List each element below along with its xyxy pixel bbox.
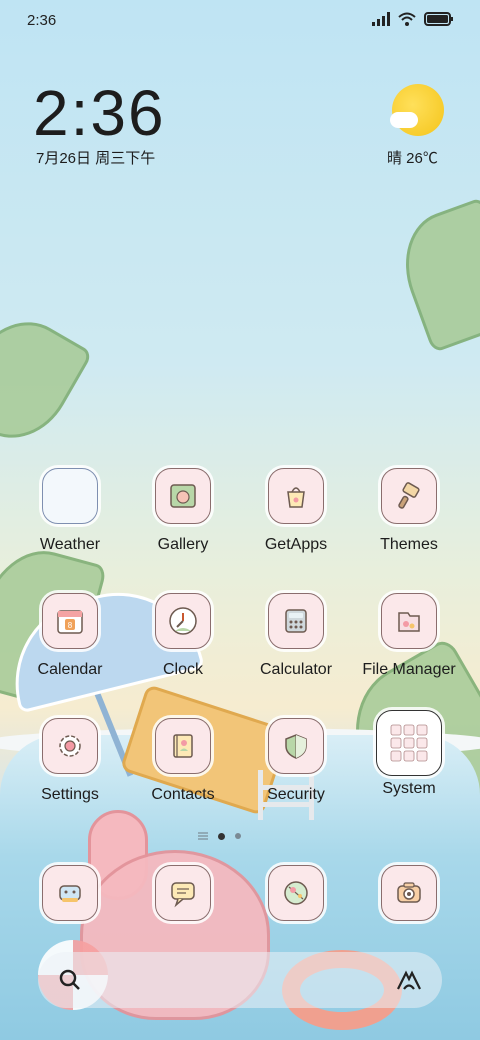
menu-lines-icon xyxy=(198,832,208,840)
app-label: Settings xyxy=(41,786,99,803)
calendar-day: 8 xyxy=(68,621,73,630)
security-icon[interactable] xyxy=(268,718,324,774)
app-calculator[interactable]: Calculator xyxy=(240,593,352,713)
app-label: GetApps xyxy=(264,536,328,553)
search-icon[interactable] xyxy=(58,968,82,992)
app-getapps[interactable]: GetApps xyxy=(240,468,352,588)
app-label: Themes xyxy=(380,536,438,553)
app-security[interactable]: Security xyxy=(240,718,352,838)
app-label: Calendar xyxy=(37,661,103,678)
phone-icon[interactable] xyxy=(42,865,98,921)
wallpaper-leaf xyxy=(0,303,94,457)
wallpaper-leaf xyxy=(388,196,480,354)
status-bar: 2:36 xyxy=(0,0,480,40)
settings-icon[interactable] xyxy=(42,718,98,774)
camera-icon[interactable] xyxy=(381,865,437,921)
app-contacts[interactable]: Contacts xyxy=(127,718,239,838)
clock-widget-time[interactable]: 2:36 xyxy=(33,76,166,150)
gallery-icon[interactable] xyxy=(155,468,211,524)
folder-icon[interactable] xyxy=(376,710,442,776)
app-weather[interactable]: Weather xyxy=(14,468,126,588)
weather-widget-text[interactable]: 晴 26℃ xyxy=(387,147,438,168)
weather-icon[interactable] xyxy=(42,468,98,524)
app-label: Contacts xyxy=(151,786,215,803)
app-clock[interactable]: Clock xyxy=(127,593,239,713)
search-bar[interactable] xyxy=(38,952,442,1008)
cloud-icon xyxy=(390,112,418,128)
app-file-manager[interactable]: File Manager xyxy=(353,593,465,713)
app-calendar[interactable]: 8 Calendar xyxy=(14,593,126,713)
file-manager-icon[interactable] xyxy=(381,593,437,649)
page-dot-active[interactable] xyxy=(218,832,225,840)
contacts-icon[interactable] xyxy=(155,718,211,774)
calculator-icon[interactable] xyxy=(268,593,324,649)
folder-system[interactable]: System xyxy=(353,710,465,830)
app-label: Clock xyxy=(162,661,203,678)
battery-icon xyxy=(424,12,453,26)
assistant-icon[interactable] xyxy=(396,969,422,991)
status-icons xyxy=(372,12,454,26)
page-indicator[interactable] xyxy=(198,832,241,840)
page-dot[interactable] xyxy=(235,833,241,839)
sun-cloud-icon[interactable] xyxy=(392,84,444,136)
app-label: Security xyxy=(267,786,325,803)
clock-icon[interactable] xyxy=(155,593,211,649)
app-label: File Manager xyxy=(362,661,456,678)
app-label: Weather xyxy=(39,536,101,553)
app-settings[interactable]: Settings xyxy=(14,718,126,838)
getapps-icon[interactable] xyxy=(268,468,324,524)
browser-icon[interactable] xyxy=(268,865,324,921)
messages-icon[interactable] xyxy=(155,865,211,921)
wifi-icon xyxy=(398,12,416,26)
app-label: System xyxy=(382,780,436,797)
calendar-icon[interactable]: 8 xyxy=(42,593,98,649)
app-gallery[interactable]: Gallery xyxy=(127,468,239,588)
app-themes[interactable]: Themes xyxy=(353,468,465,588)
signal-icon xyxy=(372,12,390,26)
app-label: Gallery xyxy=(157,536,209,553)
clock-widget-date[interactable]: 7月26日 周三下午 xyxy=(36,147,155,168)
status-time: 2:36 xyxy=(27,12,57,29)
app-label: Calculator xyxy=(259,661,333,678)
themes-icon[interactable] xyxy=(381,468,437,524)
